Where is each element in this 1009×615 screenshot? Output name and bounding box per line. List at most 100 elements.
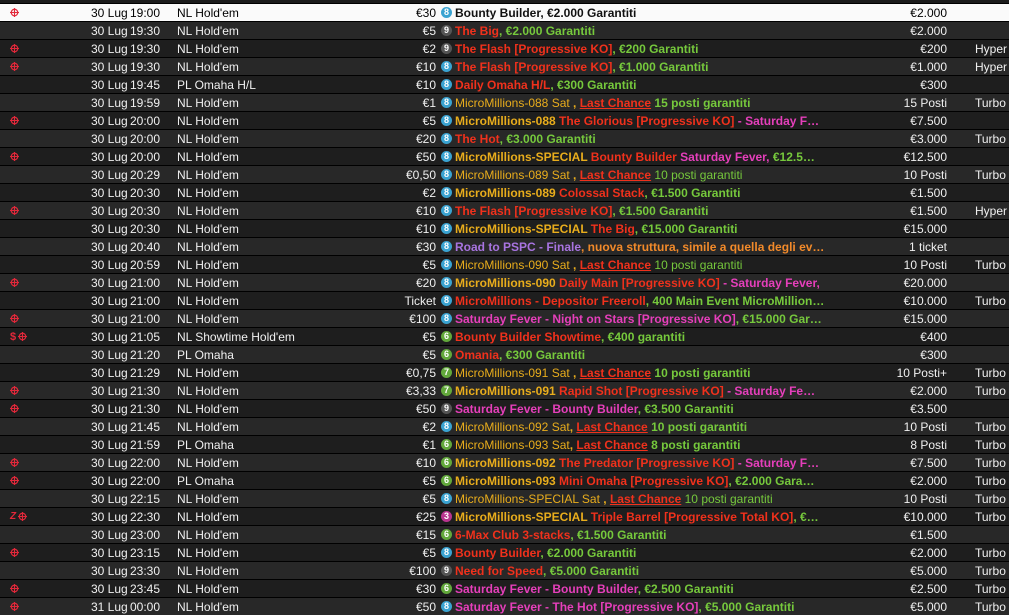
tournament-row[interactable]: 30 Lug 21:20 PL Omaha €5 6 Omania, €300 … — [0, 345, 1009, 363]
game-cell: NL Hold'em — [177, 509, 239, 524]
date-cell: 30 Lug — [91, 455, 128, 470]
date-cell: 30 Lug — [91, 203, 128, 218]
title-segment: - Saturday Fe… — [723, 383, 816, 398]
title-link-segment[interactable]: Last Chance — [580, 258, 651, 272]
buyin-cell: €5 — [422, 473, 436, 488]
tournament-row[interactable]: $ 30 Lug 21:05 NL Showtime Hold'em €5 6 … — [0, 327, 1009, 345]
max-players-badge: 8 — [441, 97, 452, 108]
time-cell: 20:30 — [130, 203, 161, 218]
title-link-segment[interactable]: Last Chance — [580, 366, 651, 380]
title-segment: , 400 Main Event MicroMillion… — [645, 293, 825, 308]
max-players-badge: 6 — [441, 529, 452, 540]
title-segment: , €400 garantiti — [601, 329, 686, 344]
guarantee-cell: €300 — [920, 77, 947, 92]
buyin-cell: €10 — [415, 455, 436, 470]
title-link-segment[interactable]: Last Chance — [580, 168, 651, 182]
time-cell: 22:30 — [130, 509, 161, 524]
game-cell: NL Hold'em — [177, 59, 239, 74]
tournament-row[interactable]: 30 Lug 20:00 NL Hold'em €20 8 The Hot, €… — [0, 129, 1009, 147]
max-players-badge: 8 — [441, 601, 452, 612]
title-segment: 10 posti garantiti — [651, 167, 743, 182]
tournament-row[interactable]: 30 Lug 19:30 NL Hold'em €5 9 The Big, €2… — [0, 21, 1009, 39]
game-cell: NL Hold'em — [177, 167, 239, 182]
tournament-row[interactable]: 30 Lug 21:59 PL Omaha €1 6 MicroMillions… — [0, 435, 1009, 453]
guarantee-cell: €2.000 — [910, 473, 947, 488]
title-segment: , €2.000 Garantiti — [540, 545, 637, 560]
title-segment: The Flash [Progressive KO] — [455, 59, 613, 74]
tournament-row[interactable]: 30 Lug 20:00 NL Hold'em €50 8 MicroMilli… — [0, 147, 1009, 165]
tournament-row[interactable]: 31 Lug 00:00 NL Hold'em €50 8 Saturday F… — [0, 597, 1009, 615]
game-cell: NL Hold'em — [177, 311, 239, 326]
title-segment: MicroMillions-089 Sat — [455, 167, 574, 182]
title-segment: MicroMillions - Depositor Freeroll — [455, 293, 646, 308]
max-players-badge: 8 — [441, 547, 452, 558]
tournament-row[interactable]: 30 Lug 19:30 NL Hold'em €10 8 The Flash … — [0, 57, 1009, 75]
tournament-row[interactable]: 30 Lug 21:00 NL Hold'em €100 8 Saturday … — [0, 309, 1009, 327]
title-link-segment[interactable]: Last Chance — [580, 96, 651, 110]
guarantee-cell: €5.000 — [910, 563, 947, 578]
max-players-badge: 7 — [441, 367, 452, 378]
tournament-row[interactable]: 30 Lug 20:30 NL Hold'em €10 8 MicroMilli… — [0, 219, 1009, 237]
tournament-row[interactable]: 30 Lug 22:00 PL Omaha €5 6 MicroMillions… — [0, 471, 1009, 489]
time-cell: 21:05 — [130, 329, 161, 344]
tournament-row[interactable]: 30 Lug 19:59 NL Hold'em €1 8 MicroMillio… — [0, 93, 1009, 111]
title-segment: MicroMillions-090 — [455, 275, 560, 290]
row-icons — [0, 548, 80, 557]
tournament-row[interactable]: 30 Lug 20:30 NL Hold'em €2 8 MicroMillio… — [0, 183, 1009, 201]
game-cell: PL Omaha — [177, 347, 234, 362]
tournament-row[interactable]: 30 Lug 20:29 NL Hold'em €0,50 8 MicroMil… — [0, 165, 1009, 183]
tournament-row[interactable]: 30 Lug 23:30 NL Hold'em €100 9 Need for … — [0, 561, 1009, 579]
tournament-row[interactable]: 30 Lug 23:00 NL Hold'em €15 6 6-Max Club… — [0, 525, 1009, 543]
max-players-badge: 8 — [441, 79, 452, 90]
buyin-cell: €10 — [415, 59, 436, 74]
title-link-segment[interactable]: Last Chance — [610, 492, 681, 506]
tournament-title: MicroMillions-089 Sat , Last Chance 10 p… — [455, 168, 742, 182]
title-link-segment[interactable]: Last Chance — [576, 438, 647, 452]
game-cell: NL Hold'em — [177, 113, 239, 128]
guarantee-cell: 10 Posti — [903, 419, 947, 434]
tournament-name-cell: 8 MicroMillions-089 Colossal Stack, €1.5… — [439, 186, 829, 200]
guarantee-cell: €15.000 — [903, 311, 947, 326]
tournament-row[interactable]: 30 Lug 20:59 NL Hold'em €5 8 MicroMillio… — [0, 255, 1009, 273]
title-segment: - Saturday F… — [734, 113, 820, 128]
tournament-row[interactable]: 30 Lug 21:29 NL Hold'em €0,75 7 MicroMil… — [0, 363, 1009, 381]
row-icons — [0, 386, 80, 395]
knockout-crosshair-icon — [10, 602, 19, 611]
tournament-row[interactable]: 30 Lug 21:45 NL Hold'em €2 8 MicroMillio… — [0, 417, 1009, 435]
knockout-crosshair-icon — [10, 8, 19, 17]
date-cell: 30 Lug — [91, 149, 128, 164]
buyin-cell: €1 — [422, 437, 436, 452]
tournament-row[interactable]: 30 Lug 20:00 NL Hold'em €5 8 MicroMillio… — [0, 111, 1009, 129]
title-segment: The Predator [Progressive KO] — [559, 455, 735, 470]
tournament-row[interactable]: 30 Lug 22:00 NL Hold'em €10 6 MicroMilli… — [0, 453, 1009, 471]
title-segment: , €15.000 Garantiti — [634, 221, 738, 236]
title-segment: , €300 Garantiti — [499, 347, 586, 362]
tournament-row[interactable]: 30 Lug 19:30 NL Hold'em €2 9 The Flash [… — [0, 39, 1009, 57]
tournament-row[interactable]: 30 Lug 20:40 NL Hold'em €30 8 Road to PS… — [0, 237, 1009, 255]
guarantee-cell: 10 Posti+ — [896, 365, 947, 380]
title-segment: , €2.500 Garantiti — [637, 581, 734, 596]
tournament-row[interactable]: 30 Lug 21:30 NL Hold'em €50 9 Saturday F… — [0, 399, 1009, 417]
tournament-row[interactable]: 30 Lug 20:30 NL Hold'em €10 8 The Flash … — [0, 201, 1009, 219]
game-cell: PL Omaha — [177, 437, 234, 452]
game-cell: NL Hold'em — [177, 275, 239, 290]
tournament-row[interactable]: 30 Lug 19:45 PL Omaha H/L €10 8 Daily Om… — [0, 75, 1009, 93]
time-cell: 23:45 — [130, 581, 161, 596]
tournament-row[interactable]: 30 Lug 21:00 NL Hold'em Ticket 8 MicroMi… — [0, 291, 1009, 309]
speed-cell: Turbo — [975, 167, 1006, 182]
guarantee-cell: €3.000 — [910, 131, 947, 146]
date-cell: 30 Lug — [91, 545, 128, 560]
time-cell: 21:59 — [130, 437, 161, 452]
tournament-row[interactable]: 30 Lug 23:45 NL Hold'em €30 6 Saturday F… — [0, 579, 1009, 597]
buyin-cell: €30 — [415, 581, 436, 596]
title-segment: Need for Speed — [455, 563, 544, 578]
tournament-row[interactable]: 30 Lug 19:00 NL Hold'em €30 8 Bounty Bui… — [0, 3, 1009, 21]
tournament-row[interactable]: 30 Lug 21:30 NL Hold'em €3,33 7 MicroMil… — [0, 381, 1009, 399]
title-link-segment[interactable]: Last Chance — [576, 420, 647, 434]
tournament-row[interactable]: 30 Lug 22:15 NL Hold'em €5 8 MicroMillio… — [0, 489, 1009, 507]
tournament-row[interactable]: 30 Lug 23:15 NL Hold'em €5 8 Bounty Buil… — [0, 543, 1009, 561]
date-cell: 30 Lug — [91, 383, 128, 398]
tournament-row[interactable]: 30 Lug 21:00 NL Hold'em €20 8 MicroMilli… — [0, 273, 1009, 291]
tournament-row[interactable]: Z 30 Lug 22:30 NL Hold'em €25 3 MicroMil… — [0, 507, 1009, 525]
buyin-cell: €5 — [422, 347, 436, 362]
